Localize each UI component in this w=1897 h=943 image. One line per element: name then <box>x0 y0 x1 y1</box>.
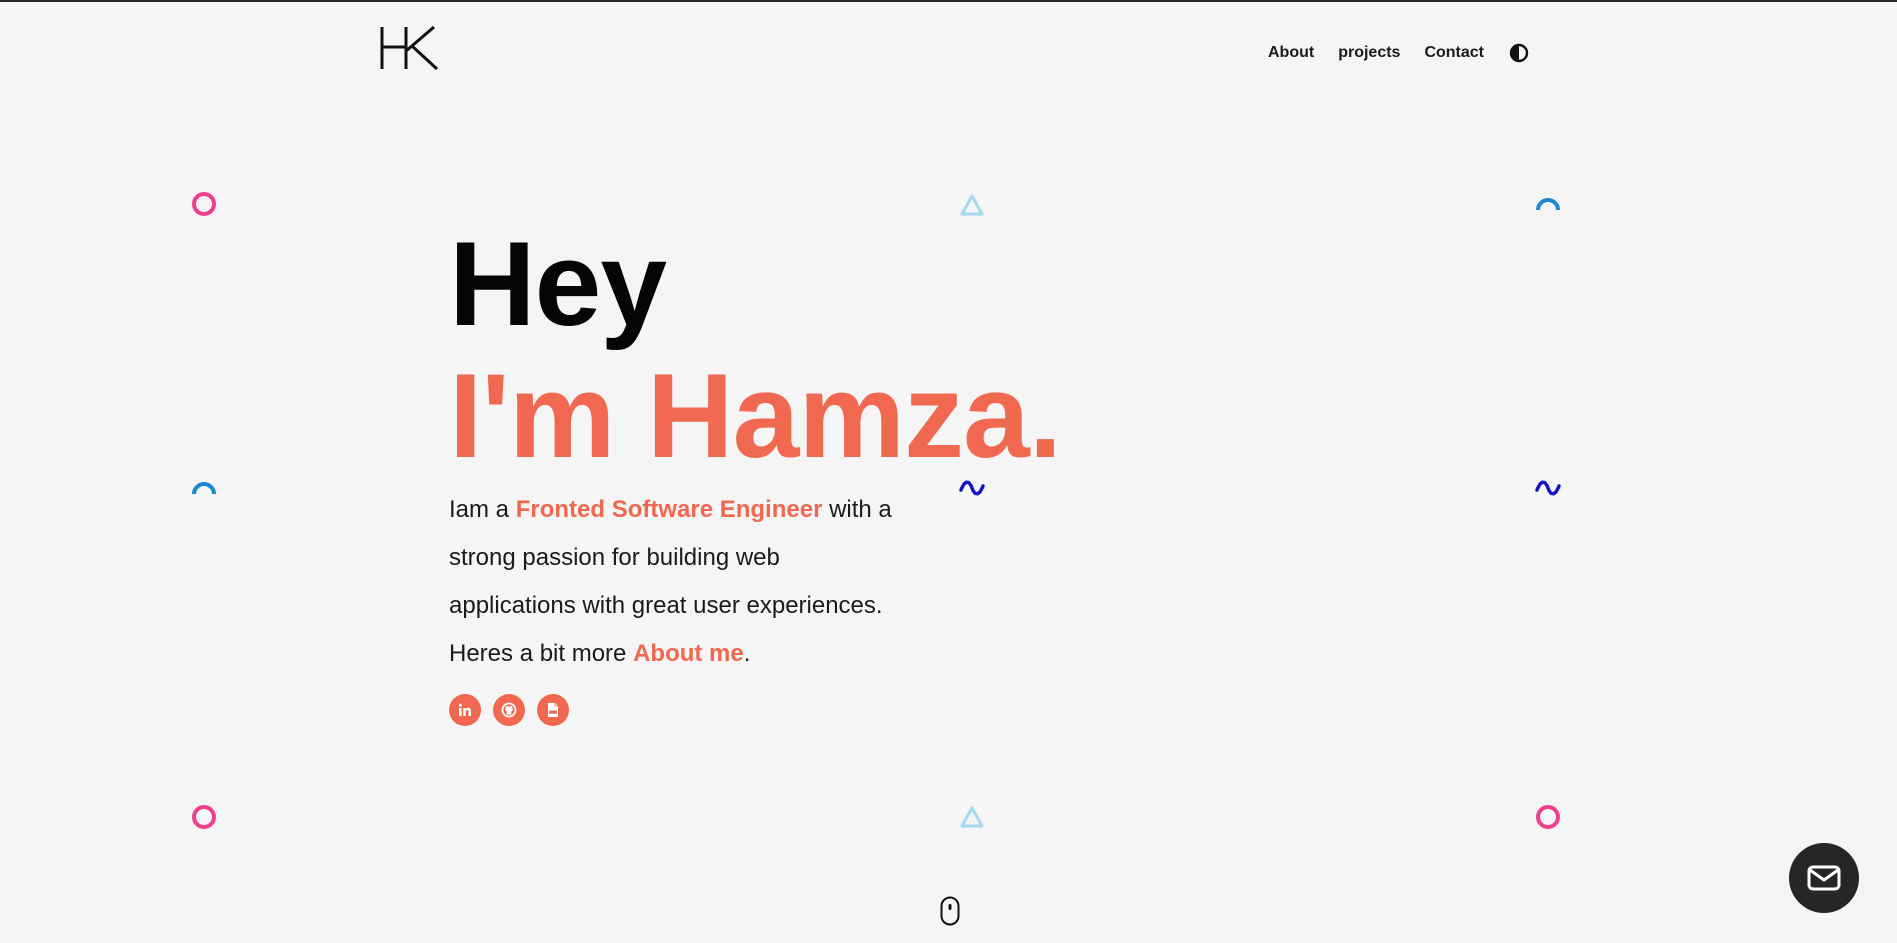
wave-decoration-icon <box>1535 480 1561 496</box>
nav-projects[interactable]: projects <box>1338 44 1400 62</box>
about-me-link[interactable]: About me <box>633 640 744 667</box>
hero-greeting: Hey <box>449 217 667 351</box>
triangle-decoration-icon <box>960 806 984 828</box>
nav-contact[interactable]: Contact <box>1424 44 1484 62</box>
hero-name: I'm Hamza. <box>449 349 1062 483</box>
contrast-icon[interactable] <box>1508 42 1530 64</box>
nav-about[interactable]: About <box>1268 44 1314 62</box>
pdf-icon[interactable] <box>537 694 569 726</box>
page: About projects Contact Hey I'm Hamza. Ia… <box>0 0 1897 943</box>
github-icon[interactable] <box>493 694 525 726</box>
mail-button[interactable] <box>1789 843 1859 913</box>
hk-logo-icon <box>380 25 439 71</box>
logo[interactable] <box>378 20 440 76</box>
circle-decoration-icon <box>192 805 216 829</box>
intro-text-1: Iam a <box>449 496 516 523</box>
triangle-decoration-icon <box>960 194 984 216</box>
main-nav: About projects Contact <box>1268 42 1530 64</box>
mail-icon <box>1807 865 1841 891</box>
arc-decoration-icon <box>1536 198 1560 211</box>
linkedin-icon[interactable] <box>449 694 481 726</box>
intro-role: Fronted Software Engineer <box>515 496 823 523</box>
hero-intro: Iam a Fronted Software Engineer with a s… <box>449 486 909 678</box>
hero: Hey I'm Hamza. <box>449 217 1062 483</box>
intro-text-3: . <box>743 640 751 667</box>
arc-decoration-icon <box>192 482 216 495</box>
circle-decoration-icon <box>192 192 216 216</box>
circle-decoration-icon <box>1536 805 1560 829</box>
social-links <box>449 694 569 726</box>
mouse-scroll-icon <box>940 896 960 926</box>
